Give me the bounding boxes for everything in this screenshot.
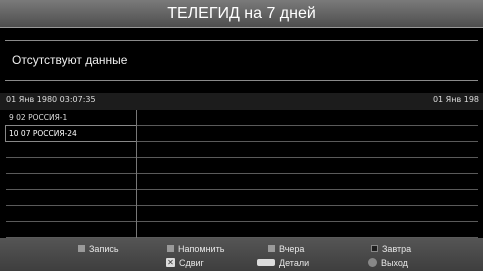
plus-icon: ✕: [166, 258, 175, 268]
title-bar: ТЕЛЕГИД на 7 дней: [0, 0, 483, 28]
channel-label: 9 02 РОССИЯ-1: [9, 113, 68, 122]
record-label: Запись: [89, 244, 119, 254]
yesterday-button[interactable]: Вчера: [268, 244, 304, 255]
epg-grid: 9 02 РОССИЯ-1 10 07 РОССИЯ-24: [5, 110, 478, 238]
divider: [5, 80, 478, 81]
exit-label: Выход: [381, 258, 408, 268]
remind-button[interactable]: Напомнить: [167, 244, 224, 255]
timeline-bar: 01 Янв 1980 03:07:35 01 Янв 198: [0, 93, 483, 110]
page-title: ТЕЛЕГИД на 7 дней: [167, 5, 316, 22]
dark-square-icon: [167, 245, 174, 253]
record-button[interactable]: Запись: [78, 244, 119, 255]
divider: [5, 40, 478, 41]
remind-label: Напомнить: [178, 244, 225, 254]
channel-row[interactable]: 10 07 РОССИЯ-24: [5, 125, 478, 142]
empty-row: [6, 142, 478, 158]
channel-label: 10 07 РОССИЯ-24: [5, 125, 137, 142]
timeline-end: 01 Янв 198: [432, 95, 479, 104]
timeline-start: 01 Янв 1980 03:07:35: [6, 95, 96, 104]
empty-row: [6, 158, 478, 174]
details-label: Детали: [279, 258, 310, 268]
shift-button[interactable]: ✕ Сдвиг: [166, 258, 204, 269]
details-button[interactable]: Детали: [257, 258, 309, 269]
empty-row: [6, 190, 478, 206]
no-data-message: Отсутствуют данные: [12, 53, 128, 67]
footer-bar: Запись Напомнить Вчера Завтра ✕ Сдвиг Дет…: [0, 238, 483, 271]
empty-row: [6, 206, 478, 222]
tomorrow-label: Завтра: [382, 244, 412, 254]
dark-square-icon: [268, 245, 275, 253]
channel-row[interactable]: 9 02 РОССИЯ-1: [6, 110, 478, 126]
shift-label: Сдвиг: [179, 258, 204, 268]
yesterday-label: Вчера: [279, 244, 305, 254]
empty-row: [6, 222, 478, 238]
column-divider: [136, 110, 137, 238]
tv-guide-screen: ТЕЛЕГИД на 7 дней Отсутствуют данные 01 …: [0, 0, 483, 271]
exit-button[interactable]: Выход: [368, 258, 408, 269]
exit-circle-icon: [368, 258, 377, 268]
dark-square-icon: [371, 245, 378, 253]
info-key-icon: [257, 259, 275, 267]
tomorrow-button[interactable]: Завтра: [371, 244, 411, 255]
dark-square-icon: [78, 245, 85, 253]
empty-row: [6, 174, 478, 190]
